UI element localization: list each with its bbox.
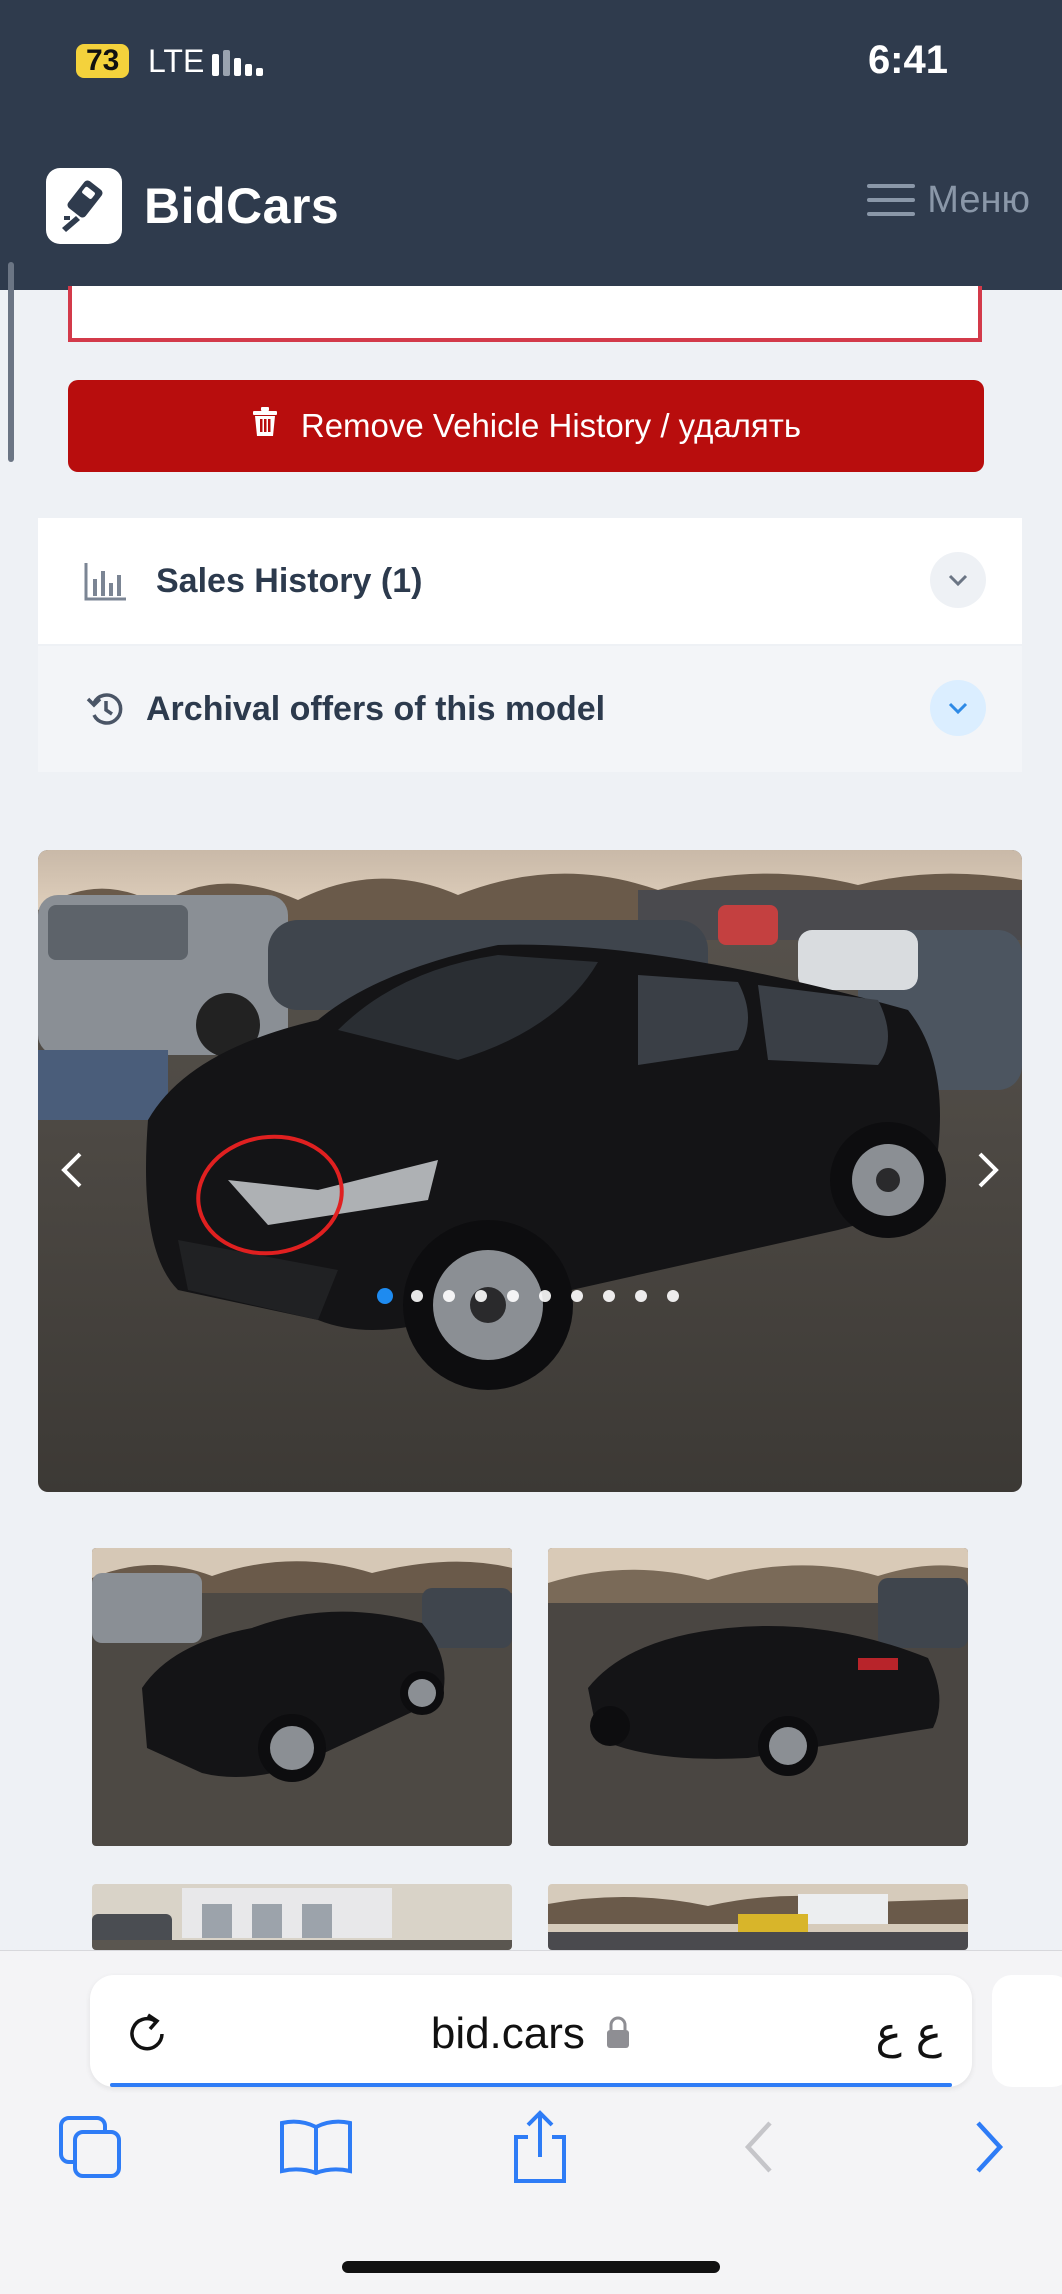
carousel-dots xyxy=(38,1286,1022,1306)
remove-history-label: Remove Vehicle History / удалять xyxy=(300,407,802,444)
url-display: bid.cars xyxy=(90,2009,972,2061)
vehicle-photo-carousel[interactable] xyxy=(38,850,1022,1492)
sales-history-row: Sales History (1) xyxy=(38,518,1022,644)
address-bar[interactable]: bid.cars ع ع xyxy=(90,1975,972,2087)
chevron-down-icon[interactable] xyxy=(930,680,986,736)
vehicle-thumbnail[interactable] xyxy=(92,1884,512,1950)
status-bar: 73 LTE 6:41 xyxy=(0,0,1062,120)
chevron-down-icon[interactable] xyxy=(930,552,986,608)
bidcars-logo-icon xyxy=(46,168,122,244)
archival-offers-accordion[interactable]: Archival offers of this model xyxy=(38,646,1022,772)
archival-offers-label: Archival offers of this model xyxy=(146,690,606,728)
clock: 6:41 xyxy=(867,38,948,82)
network-label: LTE xyxy=(148,43,205,79)
brand-logo-link[interactable]: BidCars xyxy=(46,168,339,244)
back-icon[interactable] xyxy=(722,2109,798,2185)
carousel-dot xyxy=(603,1290,615,1302)
load-progress-bar xyxy=(110,2083,952,2087)
vehicle-thumbnail[interactable] xyxy=(548,1548,968,1846)
bookmarks-icon[interactable] xyxy=(278,2109,354,2185)
sales-history-label: Sales History (1) xyxy=(156,562,423,600)
archival-offers-row: Archival offers of this model xyxy=(38,646,1022,772)
trash-icon xyxy=(251,407,279,445)
url-text: bid.cars xyxy=(430,2009,585,2058)
vehicle-main-photo xyxy=(38,850,1022,1492)
vehicle-thumbnail[interactable] xyxy=(92,1548,512,1846)
carousel-dot xyxy=(411,1290,423,1302)
carousel-dot xyxy=(571,1290,583,1302)
bar-chart-icon xyxy=(84,561,128,601)
top-header: 73 LTE 6:41 BidCars Меню xyxy=(0,0,1062,290)
page-menu-label[interactable]: ع ع xyxy=(876,2011,943,2057)
signal-icon xyxy=(212,44,263,76)
carousel-dot-active xyxy=(377,1288,393,1304)
history-icon xyxy=(86,689,130,729)
share-icon[interactable] xyxy=(502,2109,578,2185)
carousel-dot xyxy=(667,1290,679,1302)
tabs-icon[interactable] xyxy=(54,2109,130,2185)
carousel-dot xyxy=(475,1290,487,1302)
forward-icon[interactable] xyxy=(950,2109,1026,2185)
history-alert-box xyxy=(68,286,982,342)
page-scrollbar[interactable] xyxy=(8,262,14,462)
sales-history-accordion[interactable]: Sales History (1) xyxy=(38,518,1022,644)
next-tab-preview[interactable] xyxy=(992,1975,1062,2087)
browser-toolbar: bid.cars ع ع xyxy=(0,1950,1062,2294)
vehicle-thumbnail[interactable] xyxy=(548,1884,968,1950)
carousel-dot xyxy=(539,1290,551,1302)
carousel-prev-icon[interactable] xyxy=(52,1140,92,1200)
lock-icon xyxy=(605,2011,631,2061)
carousel-dot xyxy=(635,1290,647,1302)
menu-button[interactable]: Меню xyxy=(867,176,1030,224)
battery-indicator: 73 xyxy=(76,44,130,78)
page: 73 LTE 6:41 BidCars Меню Remove Vehicle … xyxy=(0,0,1062,2294)
hamburger-icon xyxy=(867,182,916,218)
carousel-next-icon[interactable] xyxy=(968,1140,1008,1200)
menu-label: Меню xyxy=(927,178,1030,221)
carousel-dot xyxy=(443,1290,455,1302)
brand-name: BidCars xyxy=(144,178,340,234)
carousel-dot xyxy=(507,1290,519,1302)
remove-vehicle-history-button[interactable]: Remove Vehicle History / удалять xyxy=(68,380,984,472)
home-indicator[interactable] xyxy=(342,2261,720,2273)
